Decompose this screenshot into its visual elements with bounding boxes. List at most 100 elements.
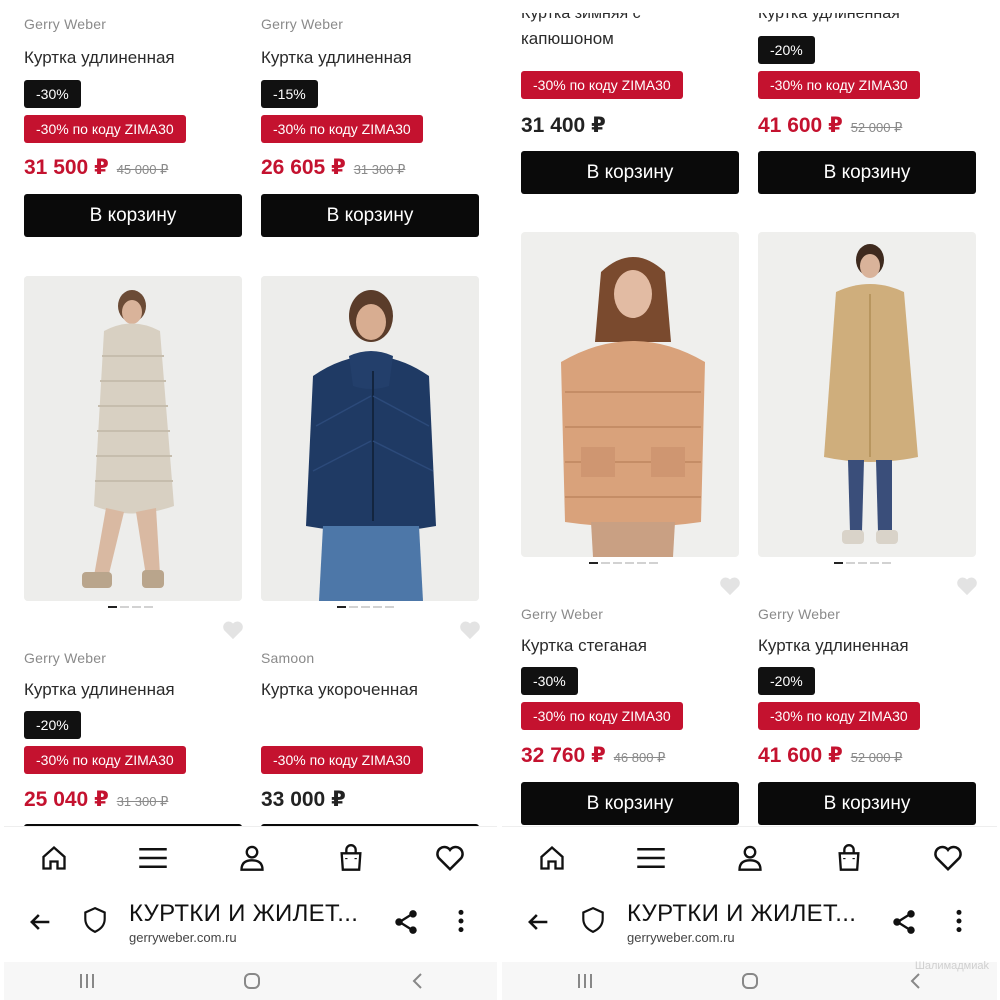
page-domain: gerryweber.com.ru	[129, 930, 237, 945]
promo-code-badge: -30% по коду ZIMA30	[24, 746, 186, 774]
promo-code-badge: -30% по коду ZIMA30	[758, 71, 920, 99]
browser-address-bar: КУРТКИ И ЖИЛЕТ... gerryweber.com.ru	[4, 888, 499, 960]
home-system-icon[interactable]	[738, 969, 762, 993]
back-arrow-icon[interactable]	[26, 908, 54, 936]
promo-code-badge: -30% по коду ZIMA30	[261, 746, 423, 774]
promo-code-badge: -30% по коду ZIMA30	[521, 71, 683, 99]
shield-icon[interactable]	[82, 906, 110, 936]
cart-bag-icon[interactable]	[334, 841, 368, 875]
add-to-cart-button[interactable]: В корзину	[24, 194, 242, 237]
add-to-cart-button[interactable]: В корзину	[758, 782, 976, 825]
old-price: 31 300 ₽	[353, 162, 406, 177]
home-icon[interactable]	[535, 841, 569, 875]
cart-bag-icon[interactable]	[832, 841, 866, 875]
add-to-cart-button[interactable]: В корзину	[521, 151, 739, 194]
watermark: Шалимадмиаk	[914, 960, 989, 972]
discount-badge: -20%	[24, 711, 81, 739]
price: 25 040 ₽31 300 ₽	[24, 788, 169, 811]
page-domain: gerryweber.com.ru	[627, 930, 735, 945]
old-price: 46 800 ₽	[613, 750, 666, 765]
product-title[interactable]: Куртка удлиненная	[758, 636, 909, 656]
browser-address-bar: КУРТКИ И ЖИЛЕТ... gerryweber.com.ru	[502, 888, 997, 960]
product-title[interactable]: Куртка укороченная	[261, 680, 418, 700]
product-title[interactable]: Куртка удлиненная	[261, 48, 412, 68]
old-price: 31 300 ₽	[116, 794, 169, 809]
product-title-line2[interactable]: капюшоном	[521, 29, 614, 49]
discount-badge: -30%	[521, 667, 578, 695]
woman-navy-puffer-image	[261, 276, 479, 601]
home-system-icon[interactable]	[240, 969, 264, 993]
discount-badge: -30%	[24, 80, 81, 108]
home-icon[interactable]	[37, 841, 71, 875]
product-photo[interactable]	[758, 232, 976, 557]
menu-icon[interactable]	[136, 841, 170, 875]
favorite-heart-icon[interactable]	[459, 620, 481, 640]
more-vertical-icon[interactable]	[456, 908, 472, 936]
profile-icon[interactable]	[235, 841, 269, 875]
discount-badge: -20%	[758, 36, 815, 64]
product-photo[interactable]	[24, 276, 242, 601]
recent-apps-icon[interactable]	[75, 969, 99, 993]
product-title[interactable]: Куртка зимняя с	[521, 13, 641, 23]
carousel-dots[interactable]	[108, 606, 153, 608]
add-to-cart-button[interactable]: В корзину	[261, 194, 479, 237]
discount-badge: -15%	[261, 80, 318, 108]
left-screenshot: Gerry Weber Куртка удлиненная -30% -30% …	[4, 0, 499, 1000]
more-vertical-icon[interactable]	[954, 908, 970, 936]
back-arrow-icon[interactable]	[524, 908, 552, 936]
product-brand: Gerry Weber	[521, 606, 604, 622]
product-title[interactable]: Куртка стеганая	[521, 636, 647, 656]
product-photo[interactable]	[521, 232, 739, 557]
product-grid: Куртка зимняя с капюшоном -30% по коду Z…	[502, 0, 997, 826]
carousel-dots[interactable]	[589, 562, 658, 564]
old-price: 45 000 ₽	[116, 162, 169, 177]
back-system-icon[interactable]	[405, 969, 429, 993]
menu-icon[interactable]	[634, 841, 668, 875]
product-title[interactable]: Куртка удлиненная	[24, 680, 175, 700]
product-brand: Gerry Weber	[24, 16, 107, 32]
promo-code-badge: -30% по коду ZIMA30	[521, 702, 683, 730]
product-brand: Samoon	[261, 650, 315, 666]
carousel-dots[interactable]	[834, 562, 891, 564]
woman-beige-parka-image	[758, 232, 976, 557]
promo-code-badge: -30% по коду ZIMA30	[758, 702, 920, 730]
price: 31 400 ₽	[521, 114, 606, 137]
product-title[interactable]: Куртка удлиненная	[24, 48, 175, 68]
share-icon[interactable]	[890, 908, 918, 936]
product-brand: Gerry Weber	[758, 606, 841, 622]
price: 41 600 ₽52 000 ₽	[758, 114, 903, 137]
price: 31 500 ₽45 000 ₽	[24, 156, 169, 179]
favorite-heart-icon[interactable]	[956, 576, 978, 596]
product-grid: Gerry Weber Куртка удлиненная -30% -30% …	[4, 0, 499, 826]
shield-icon[interactable]	[580, 906, 608, 936]
back-system-icon[interactable]	[903, 969, 927, 993]
page-title: КУРТКИ И ЖИЛЕТ...	[627, 900, 857, 927]
price: 32 760 ₽46 800 ₽	[521, 744, 666, 767]
old-price: 52 000 ₽	[850, 120, 903, 135]
discount-badge: -20%	[758, 667, 815, 695]
promo-code-badge: -30% по коду ZIMA30	[24, 115, 186, 143]
add-to-cart-button[interactable]: В корзину	[758, 151, 976, 194]
recent-apps-icon[interactable]	[573, 969, 597, 993]
carousel-dots[interactable]	[337, 606, 394, 608]
wishlist-heart-icon[interactable]	[931, 841, 965, 875]
product-title[interactable]: Куртка удлиненная	[758, 13, 900, 23]
wishlist-heart-icon[interactable]	[433, 841, 467, 875]
bottom-nav	[4, 826, 499, 889]
page-title: КУРТКИ И ЖИЛЕТ...	[129, 900, 359, 927]
bottom-nav	[502, 826, 997, 889]
woman-long-beige-puffer-image	[24, 276, 242, 601]
price: 41 600 ₽52 000 ₽	[758, 744, 903, 767]
product-brand: Gerry Weber	[261, 16, 344, 32]
profile-icon[interactable]	[733, 841, 767, 875]
right-screenshot: Куртка зимняя с капюшоном -30% по коду Z…	[502, 0, 997, 1000]
product-photo[interactable]	[261, 276, 479, 601]
add-to-cart-button[interactable]: В корзину	[521, 782, 739, 825]
favorite-heart-icon[interactable]	[222, 620, 244, 640]
share-icon[interactable]	[392, 908, 420, 936]
old-price: 52 000 ₽	[850, 750, 903, 765]
favorite-heart-icon[interactable]	[719, 576, 741, 596]
system-nav-bar	[4, 962, 499, 1000]
price: 26 605 ₽31 300 ₽	[261, 156, 406, 179]
product-brand: Gerry Weber	[24, 650, 107, 666]
